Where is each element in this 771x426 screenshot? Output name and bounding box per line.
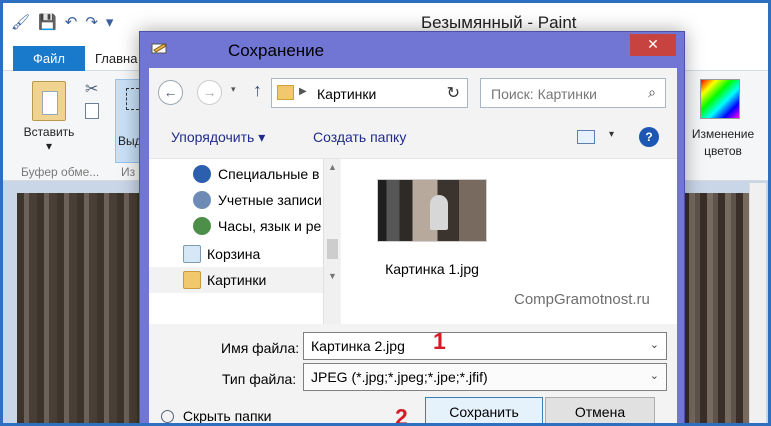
nav-item-label: Специальные в: [218, 166, 320, 182]
search-icon: ⌕: [648, 84, 656, 100]
new-folder-button[interactable]: Создать папку: [313, 129, 406, 145]
watermark-text: CompGramotnost.ru: [514, 291, 650, 308]
globe-clock-icon: [193, 217, 211, 235]
back-icon[interactable]: ←: [158, 80, 183, 105]
hide-folders-label: Скрыть папки: [182, 408, 272, 424]
paint-window-title: Безымянный - Paint: [421, 13, 577, 32]
search-box[interactable]: Поиск: Картинки ⌕: [480, 78, 666, 108]
quick-access-dropdown-icon[interactable]: ▾: [106, 13, 114, 31]
help-icon[interactable]: ?: [639, 127, 659, 147]
scroll-thumb[interactable]: [327, 239, 338, 259]
address-separator-icon: ▶: [299, 86, 307, 97]
nav-item-clock-language[interactable]: Часы, язык и ре: [149, 213, 323, 239]
nav-item-pictures[interactable]: Картинки: [149, 267, 323, 293]
canvas-photo-left-detail: [17, 193, 141, 423]
nav-item-label: Корзина: [207, 246, 261, 262]
nav-item-special-features[interactable]: Специальные в: [149, 161, 323, 187]
image-thumbnail[interactable]: [377, 179, 487, 242]
search-placeholder: Поиск: Картинки: [491, 86, 597, 102]
dialog-title: Сохранение: [228, 41, 325, 60]
refresh-icon[interactable]: ↻: [447, 83, 460, 103]
canvas-vertical-scrollbar[interactable]: [749, 183, 766, 423]
scroll-up-icon[interactable]: ▲: [328, 162, 337, 172]
recent-locations-dropdown-icon[interactable]: ▾: [231, 84, 236, 95]
dialog-toolbar: Упорядочить ▾ Создать папку ▾ ?: [149, 116, 677, 158]
navigation-pane: Специальные в Учетные записи Часы, язык …: [149, 158, 340, 325]
save-form: Имя файла: Картинка 2.jpg ⌄ 1 Тип файла:…: [149, 324, 677, 426]
file-name-field[interactable]: Картинка 2.jpg ⌄: [303, 332, 667, 360]
control-panel-icon: [193, 165, 211, 183]
address-path: Картинки: [317, 86, 377, 102]
canvas-photo-right-detail: [677, 193, 752, 423]
paste-label: Вставить: [23, 125, 75, 139]
cancel-button[interactable]: Отмена: [545, 397, 655, 423]
file-type-label: Тип файла:: [222, 371, 297, 387]
undo-icon[interactable]: ↶: [65, 13, 78, 31]
navigation-row: ← → ▾ ↑ ▶ Картинки ↻ Поиск: Картинки ⌕: [149, 68, 677, 116]
step-marker-1: 1: [433, 328, 446, 354]
navigation-scrollbar[interactable]: ▲ ▼: [323, 159, 340, 325]
paint-icon: [151, 43, 167, 54]
organize-menu[interactable]: Упорядочить ▾: [171, 129, 265, 146]
file-name-dropdown-icon[interactable]: ⌄: [650, 338, 659, 351]
redo-icon[interactable]: ↷: [85, 13, 98, 31]
color-palette-icon[interactable]: [700, 79, 740, 119]
nav-item-label: Часы, язык и ре: [218, 218, 322, 234]
step-marker-2: 2: [395, 404, 408, 426]
paint-window: 🖌 💾 ↶ ↷ ▾ Безымянный - Paint Файл Главна…: [0, 0, 771, 426]
folder-icon: [277, 85, 294, 100]
save-button[interactable]: Сохранить: [425, 397, 543, 423]
forward-icon[interactable]: →: [197, 80, 222, 105]
collapse-icon: [161, 410, 174, 423]
image-group-label: Из: [121, 165, 136, 179]
organize-dropdown-icon: ▾: [258, 129, 266, 145]
address-bar[interactable]: ▶ Картинки ↻: [271, 78, 468, 108]
organize-label: Упорядочить: [171, 129, 255, 145]
recycle-bin-icon: [183, 245, 201, 263]
view-options-icon[interactable]: [577, 130, 595, 144]
nav-item-user-accounts[interactable]: Учетные записи: [149, 187, 323, 213]
up-folder-icon[interactable]: ↑: [253, 80, 262, 101]
save-icon[interactable]: 💾: [38, 13, 57, 31]
clipboard-icon: [32, 81, 66, 121]
file-type-dropdown-icon[interactable]: ⌄: [650, 369, 659, 382]
users-icon: [193, 191, 211, 209]
folder-icon: [183, 271, 201, 289]
dialog-title-bar: Сохранение ✕: [140, 32, 684, 66]
view-dropdown-icon[interactable]: ▾: [609, 129, 614, 140]
dialog-content: ← → ▾ ↑ ▶ Картинки ↻ Поиск: Картинки ⌕ У…: [149, 68, 677, 426]
file-list: Картинка 1.jpg CompGramotnost.ru: [341, 158, 677, 324]
edit-colors-label[interactable]: Изменение цветов: [678, 126, 768, 160]
cut-icon[interactable]: ✂: [85, 79, 98, 99]
tab-file[interactable]: Файл: [13, 46, 85, 71]
paste-dropdown-icon[interactable]: ▾: [17, 139, 81, 153]
save-dialog: Сохранение ✕ ← → ▾ ↑ ▶ Картинки ↻ Поиск:…: [139, 31, 685, 426]
scroll-down-icon[interactable]: ▼: [328, 271, 337, 281]
paint-app-icon: 🖌: [11, 14, 31, 31]
quick-access-toolbar: 🖌 💾 ↶ ↷ ▾: [11, 13, 113, 31]
hide-folders-toggle[interactable]: Скрыть папки: [161, 408, 272, 424]
file-name-label: Имя файла:: [221, 340, 300, 356]
close-button[interactable]: ✕: [630, 34, 676, 56]
nav-item-label: Картинки: [207, 272, 267, 288]
paste-button[interactable]: Вставить ▾: [17, 81, 81, 153]
nav-item-label: Учетные записи: [218, 192, 322, 208]
file-type-value: JPEG (*.jpg;*.jpeg;*.jpe;*.jfif): [311, 369, 488, 385]
clipboard-group-label: Буфер обме...: [21, 165, 100, 179]
file-name-label[interactable]: Картинка 1.jpg: [341, 261, 523, 277]
file-name-value: Картинка 2.jpg: [311, 338, 405, 354]
nav-item-recycle-bin[interactable]: Корзина: [149, 241, 323, 267]
file-type-select[interactable]: JPEG (*.jpg;*.jpeg;*.jpe;*.jfif) ⌄: [303, 363, 667, 391]
tab-home[interactable]: Главна: [95, 51, 137, 66]
copy-icon[interactable]: [85, 103, 99, 119]
